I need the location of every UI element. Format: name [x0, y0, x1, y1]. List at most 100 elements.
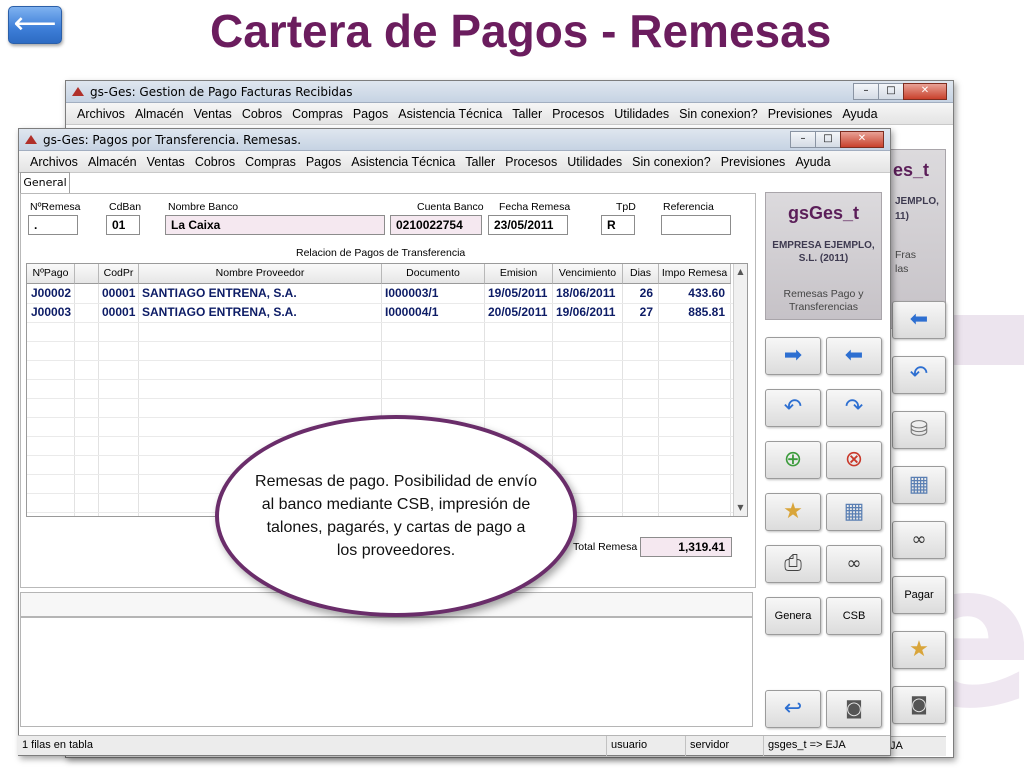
table-row-1-proveedor[interactable]: SANTIAGO ENTRENA, S.A. — [139, 284, 382, 303]
memo-text-area[interactable] — [20, 617, 753, 727]
search-button[interactable]: ◙ — [826, 690, 882, 728]
table-row-2-importe[interactable]: 885.81 — [659, 303, 731, 322]
nremesa-field[interactable]: . — [28, 215, 78, 235]
table-row-1-emision[interactable]: 19/05/2011 — [485, 284, 553, 303]
bg-back-button[interactable]: ⬅ — [892, 301, 946, 339]
bg-menu-pagos[interactable]: Pagos — [348, 107, 393, 121]
scroll-down-icon[interactable]: ▼ — [734, 500, 747, 516]
col-header-vencimiento[interactable]: Vencimiento — [553, 264, 623, 284]
menu-almacen[interactable]: Almacén — [83, 155, 142, 169]
bg-glasses-button[interactable]: ∞ — [892, 521, 946, 559]
cuenta-banco-field[interactable]: 0210022754 — [390, 215, 482, 235]
bg-menu-ventas[interactable]: Ventas — [189, 107, 237, 121]
col-header-nombre-proveedor[interactable]: Nombre Proveedor — [139, 264, 382, 284]
bg-maximize-button[interactable]: □ — [878, 83, 904, 100]
csb-button[interactable]: CSB — [826, 597, 882, 635]
delete-record-button[interactable]: ⊗ — [826, 441, 882, 479]
add-record-button[interactable]: ⊕ — [765, 441, 821, 479]
table-row-1-npago[interactable]: J00002 — [28, 284, 74, 303]
folder-star-button[interactable]: ★ — [765, 493, 821, 531]
scroll-up-icon[interactable]: ▲ — [734, 264, 747, 280]
menu-compras[interactable]: Compras — [240, 155, 301, 169]
preview-button[interactable]: ∞ — [826, 545, 882, 583]
bg-menu-previsiones[interactable]: Previsiones — [763, 107, 838, 121]
table-row-2-emision[interactable]: 20/05/2011 — [485, 303, 553, 322]
company-logo-panel: gsGes_t EMPRESA EJEMPLO, S.L. (2011) Rem… — [765, 192, 882, 320]
col-header-dias[interactable]: Dias — [623, 264, 659, 284]
return-button[interactable]: ↩ — [765, 690, 821, 728]
previous-button[interactable]: ⬅ — [826, 337, 882, 375]
menu-archivos[interactable]: Archivos — [25, 155, 83, 169]
menu-asistencia[interactable]: Asistencia Técnica — [346, 155, 460, 169]
referencia-field[interactable] — [661, 215, 731, 235]
tpd-field[interactable]: R — [601, 215, 635, 235]
table-scrollbar[interactable]: ▲ ▼ — [733, 264, 747, 516]
arrow-left-icon: ⬅ — [909, 307, 929, 332]
menu-ventas[interactable]: Ventas — [142, 155, 190, 169]
book-button[interactable]: ▦ — [826, 493, 882, 531]
bg-menu-ayuda[interactable]: Ayuda — [837, 107, 882, 121]
col-header-blank[interactable] — [75, 264, 99, 284]
document-undo-button[interactable]: ↷ — [826, 389, 882, 427]
table-row-1-importe[interactable]: 433.60 — [659, 284, 731, 303]
cdban-label: CdBan — [109, 201, 142, 213]
menu-pagos[interactable]: Pagos — [301, 155, 346, 169]
col-header-documento[interactable]: Documento — [382, 264, 485, 284]
bg-pagar-button[interactable]: Pagar — [892, 576, 946, 614]
bg-window-titlebar: gs-Ges: Gestion de Pago Facturas Recibid… — [66, 81, 953, 103]
maximize-button[interactable]: □ — [815, 131, 841, 148]
menu-previsiones[interactable]: Previsiones — [716, 155, 791, 169]
menu-procesos[interactable]: Procesos — [500, 155, 562, 169]
col-header-impo-remesa[interactable]: Impo Remesa — [659, 264, 731, 284]
bg-logo-fragment: es_t — [893, 160, 930, 180]
bg-folder-star-button[interactable]: ★ — [892, 631, 946, 669]
nombre-banco-field[interactable]: La Caixa — [165, 215, 385, 235]
table-row-2-codpr[interactable]: 00001 — [99, 303, 139, 322]
menu-sin-conexion[interactable]: Sin conexion? — [627, 155, 716, 169]
fecha-remesa-field[interactable]: 23/05/2011 — [488, 215, 568, 235]
bg-menu-utilidades[interactable]: Utilidades — [609, 107, 674, 121]
bg-menu-compras[interactable]: Compras — [287, 107, 348, 121]
bg-window-title: gs-Ges: Gestion de Pago Facturas Recibid… — [90, 85, 353, 99]
bg-menu-archivos[interactable]: Archivos — [72, 107, 130, 121]
table-row-2-documento[interactable]: I000004/1 — [382, 303, 485, 322]
back-arrow-button[interactable]: ⟵ — [8, 6, 62, 44]
bg-menu-asistencia[interactable]: Asistencia Técnica — [393, 107, 507, 121]
bg-minimize-button[interactable]: – — [853, 83, 879, 100]
next-button[interactable]: ➡ — [765, 337, 821, 375]
menu-cobros[interactable]: Cobros — [190, 155, 240, 169]
table-row-2-dias[interactable]: 27 — [623, 303, 659, 322]
table-row-2-proveedor[interactable]: SANTIAGO ENTRENA, S.A. — [139, 303, 382, 322]
bg-binoculars-button[interactable]: ◙ — [892, 686, 946, 724]
print-button[interactable]: ⎙ — [765, 545, 821, 583]
col-header-emision[interactable]: Emision — [485, 264, 553, 284]
bg-delete-db-button[interactable]: ⛁ — [892, 411, 946, 449]
menu-utilidades[interactable]: Utilidades — [562, 155, 627, 169]
menu-taller[interactable]: Taller — [460, 155, 500, 169]
bg-menu-taller[interactable]: Taller — [507, 107, 547, 121]
table-row-2-npago[interactable]: J00003 — [28, 303, 74, 322]
minimize-button[interactable]: – — [790, 131, 816, 148]
table-row-1-vencimiento[interactable]: 18/06/2011 — [553, 284, 623, 303]
bg-menu-almacen[interactable]: Almacén — [130, 107, 189, 121]
bg-menu-cobros[interactable]: Cobros — [237, 107, 287, 121]
bg-menu-procesos[interactable]: Procesos — [547, 107, 609, 121]
table-row-2-vencimiento[interactable]: 19/06/2011 — [553, 303, 623, 322]
table-row-1-codpr[interactable]: 00001 — [99, 284, 139, 303]
tab-general[interactable]: General — [20, 172, 70, 194]
menu-ayuda[interactable]: Ayuda — [790, 155, 835, 169]
cdban-field[interactable]: 01 — [106, 215, 140, 235]
bg-menu-sin-conexion[interactable]: Sin conexion? — [674, 107, 763, 121]
col-header-npago[interactable]: NºPago — [27, 264, 75, 284]
bg-book-button[interactable]: ▦ — [892, 466, 946, 504]
close-button[interactable]: ✕ — [840, 131, 884, 148]
database-delete-icon: ⊗ — [844, 447, 864, 472]
table-row-1-dias[interactable]: 26 — [623, 284, 659, 303]
table-row-1-documento[interactable]: I000003/1 — [382, 284, 485, 303]
genera-button[interactable]: Genera — [765, 597, 821, 635]
folder-star-icon: ★ — [909, 637, 929, 662]
undo-button[interactable]: ↶ — [765, 389, 821, 427]
bg-close-button[interactable]: ✕ — [903, 83, 947, 100]
col-header-codpr[interactable]: CodPr — [99, 264, 139, 284]
bg-undo-doc-button[interactable]: ↶ — [892, 356, 946, 394]
